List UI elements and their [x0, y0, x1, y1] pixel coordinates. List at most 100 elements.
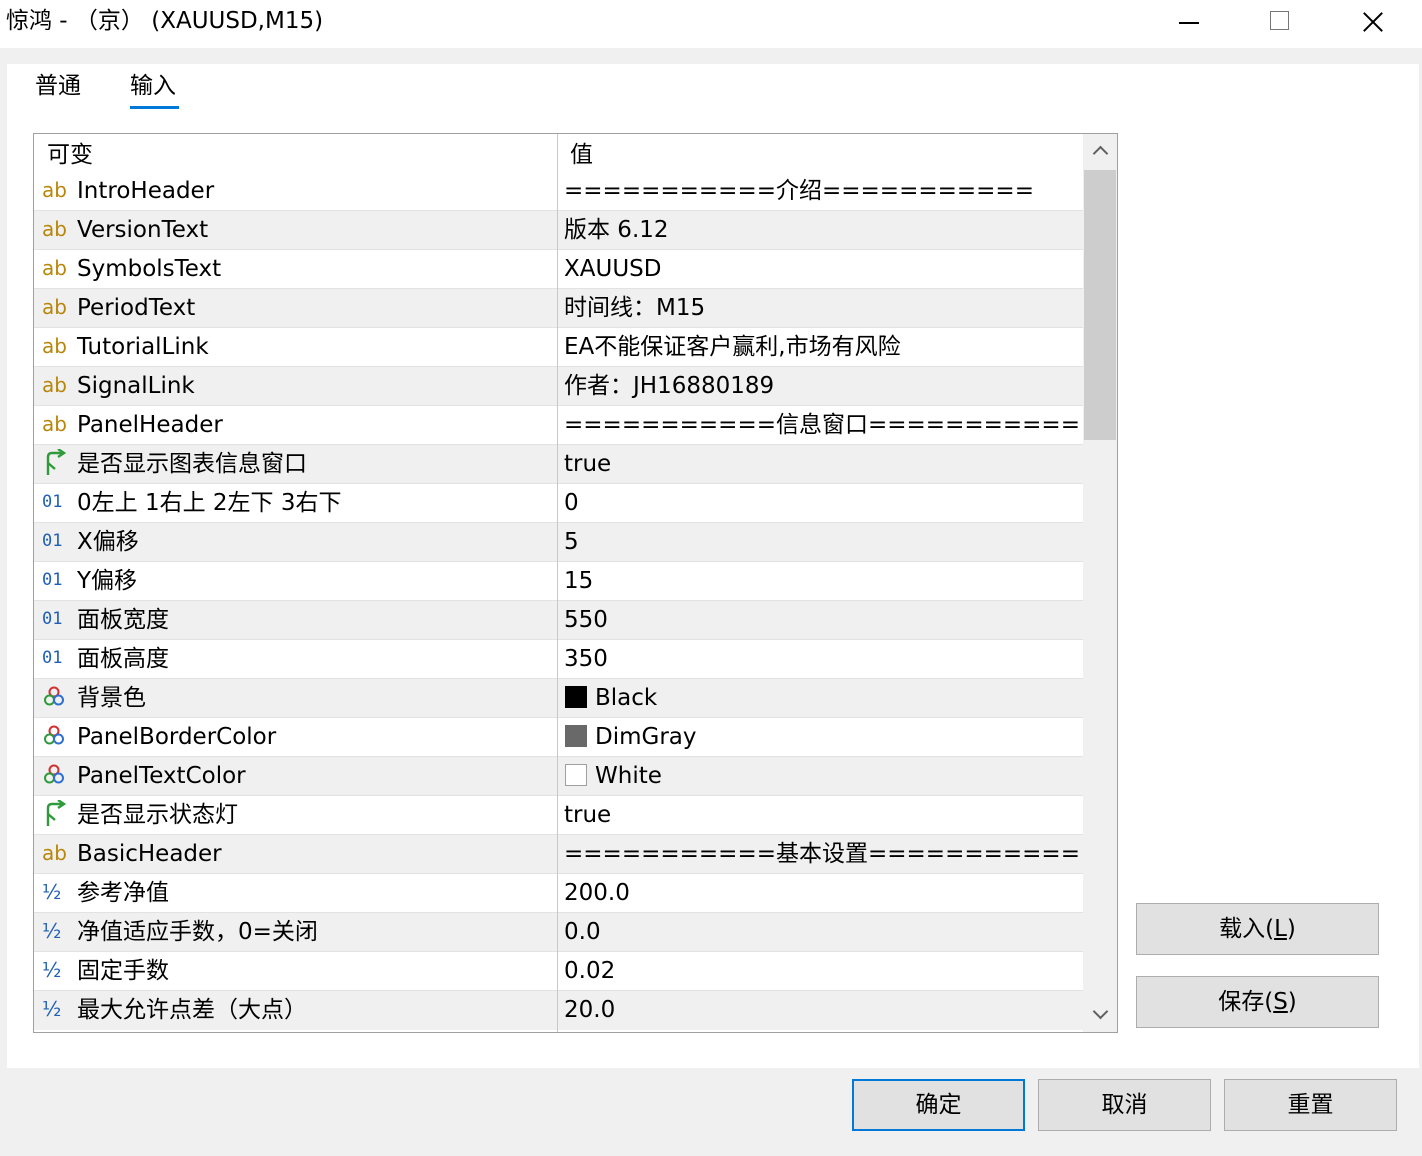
row-value[interactable]: 0.0	[564, 913, 601, 951]
table-row[interactable]: ½ 参考净值 200.0	[34, 874, 1083, 913]
table-row[interactable]: ab PeriodText 时间线：M15	[34, 289, 1083, 328]
title-bar: 惊鸿 - （京） (XAUUSD,M15)	[0, 0, 1422, 48]
table-row[interactable]: ab SymbolsText XAUUSD	[34, 250, 1083, 289]
double-type-icon: ½	[42, 997, 62, 1021]
color-swatch	[565, 686, 587, 708]
row-variable-name: SymbolsText	[77, 256, 222, 282]
vertical-scrollbar[interactable]	[1083, 134, 1117, 1032]
ok-button[interactable]: 确定	[852, 1079, 1025, 1131]
row-value[interactable]: 15	[564, 562, 593, 600]
row-value[interactable]: 0.02	[564, 952, 615, 990]
tab-general[interactable]: 普通	[35, 70, 81, 102]
row-value[interactable]: 时间线：M15	[564, 289, 705, 327]
row-value[interactable]: 5	[564, 523, 579, 561]
row-value[interactable]: ===========介绍===========	[564, 172, 1034, 210]
row-variable-name: PeriodText	[77, 295, 196, 321]
row-value[interactable]: XAUUSD	[564, 250, 661, 288]
minimize-icon[interactable]	[1160, 4, 1216, 40]
row-value[interactable]: Black	[595, 679, 657, 717]
row-variable-name: BasicHeader	[77, 841, 222, 867]
table-row[interactable]: ab SignalLink 作者：JH16880189	[34, 367, 1083, 406]
active-tab-indicator	[130, 106, 179, 109]
save-button[interactable]: 保存(S)	[1136, 976, 1379, 1028]
color-circles-icon	[42, 683, 68, 711]
table-row[interactable]: ½ 固定手数 0.02	[34, 952, 1083, 991]
row-value[interactable]: 550	[564, 601, 608, 639]
table-row[interactable]: 01 Y偏移 15	[34, 562, 1083, 601]
tab-inputs[interactable]: 输入	[130, 70, 176, 102]
table-row[interactable]: ½ 最大允许点差（大点） 20.0	[34, 991, 1083, 1030]
table-row[interactable]: ab IntroHeader ===========介绍===========	[34, 172, 1083, 211]
table-row[interactable]: 01 X偏移 5	[34, 523, 1083, 562]
inputs-grid: 可变 值 ab IntroHeader ===========介绍=========…	[33, 133, 1118, 1033]
row-variable-name: Y偏移	[77, 568, 138, 594]
table-row[interactable]: PanelBorderColor DimGray	[34, 718, 1083, 757]
header-value[interactable]: 值	[570, 134, 593, 176]
table-row[interactable]: 背景色 Black	[34, 679, 1083, 718]
scroll-thumb[interactable]	[1084, 170, 1116, 440]
double-type-icon: ½	[42, 919, 62, 943]
row-variable-name: PanelBorderColor	[77, 724, 277, 750]
string-type-icon: ab	[42, 412, 67, 436]
row-value[interactable]: 20.0	[564, 991, 615, 1029]
string-type-icon: ab	[42, 217, 67, 241]
row-value[interactable]: true	[564, 445, 611, 483]
table-row[interactable]: PanelTextColor White	[34, 757, 1083, 796]
table-row[interactable]: 01 面板宽度 550	[34, 601, 1083, 640]
row-variable-name: 0左上 1右上 2左下 3右下	[77, 490, 342, 516]
double-type-icon: ½	[42, 880, 62, 904]
row-value[interactable]: true	[564, 796, 611, 834]
table-row[interactable]: 是否显示状态灯 true	[34, 796, 1083, 835]
color-swatch	[565, 725, 587, 747]
column-divider[interactable]	[557, 134, 558, 1032]
reset-button[interactable]: 重置	[1224, 1079, 1397, 1131]
table-row[interactable]: ab TutorialLink EA不能保证客户赢利,市场有风险	[34, 328, 1083, 367]
integer-type-icon: 01	[42, 609, 63, 629]
integer-type-icon: 01	[42, 492, 63, 512]
table-row[interactable]: ab BasicHeader ===========基本设置===========	[34, 835, 1083, 874]
window-title: 惊鸿 - （京） (XAUUSD,M15)	[6, 8, 324, 34]
cancel-button[interactable]: 取消	[1038, 1079, 1211, 1131]
row-variable-name: SignalLink	[77, 373, 195, 399]
grid-rows: ab IntroHeader ===========介绍=========== ab V…	[34, 172, 1083, 1030]
table-row[interactable]: 01 面板高度 350	[34, 640, 1083, 679]
row-value[interactable]: DimGray	[595, 718, 697, 756]
scroll-up-icon[interactable]	[1083, 134, 1117, 168]
table-row[interactable]: 01 0左上 1右上 2左下 3右下 0	[34, 484, 1083, 523]
string-type-icon: ab	[42, 178, 67, 202]
row-value[interactable]: ===========信息窗口===========	[564, 406, 1080, 444]
table-row[interactable]: 是否显示图表信息窗口 true	[34, 445, 1083, 484]
row-value[interactable]: 350	[564, 640, 608, 678]
string-type-icon: ab	[42, 373, 67, 397]
row-value[interactable]: ===========基本设置===========	[564, 835, 1080, 873]
string-type-icon: ab	[42, 256, 67, 280]
row-value[interactable]: EA不能保证客户赢利,市场有风险	[564, 328, 901, 366]
table-row[interactable]: ab VersionText 版本 6.12	[34, 211, 1083, 250]
header-variable[interactable]: 可变	[47, 134, 93, 176]
color-circles-icon	[42, 722, 68, 750]
table-row[interactable]: ½ 净值适应手数，0=关闭 0.0	[34, 913, 1083, 952]
scroll-down-icon[interactable]	[1083, 998, 1117, 1032]
row-variable-name: TutorialLink	[77, 334, 209, 360]
row-variable-name: IntroHeader	[77, 178, 215, 204]
row-variable-name: 净值适应手数，0=关闭	[77, 919, 318, 945]
maximize-icon[interactable]	[1252, 4, 1308, 40]
row-value[interactable]: 200.0	[564, 874, 630, 912]
row-value[interactable]: 版本 6.12	[564, 211, 669, 249]
grid-header: 可变 值	[34, 134, 1083, 172]
row-variable-name: 最大允许点差（大点）	[77, 997, 307, 1023]
close-icon[interactable]	[1344, 4, 1400, 40]
load-button[interactable]: 载入(L)	[1136, 903, 1379, 955]
row-variable-name: 是否显示图表信息窗口	[77, 451, 307, 477]
row-value[interactable]: 0	[564, 484, 579, 522]
table-row[interactable]: ab PanelHeader ===========信息窗口===========	[34, 406, 1083, 445]
dialog-content: 普通 输入 可变 值 ab IntroHeader ===========介绍===…	[7, 64, 1419, 1068]
row-value[interactable]: White	[595, 757, 662, 795]
row-variable-name: 是否显示状态灯	[77, 802, 238, 828]
double-type-icon: ½	[42, 958, 62, 982]
row-variable-name: 背景色	[77, 685, 146, 711]
row-value[interactable]: 作者：JH16880189	[564, 367, 774, 405]
integer-type-icon: 01	[42, 648, 63, 668]
row-variable-name: 面板高度	[77, 646, 169, 672]
string-type-icon: ab	[42, 334, 67, 358]
